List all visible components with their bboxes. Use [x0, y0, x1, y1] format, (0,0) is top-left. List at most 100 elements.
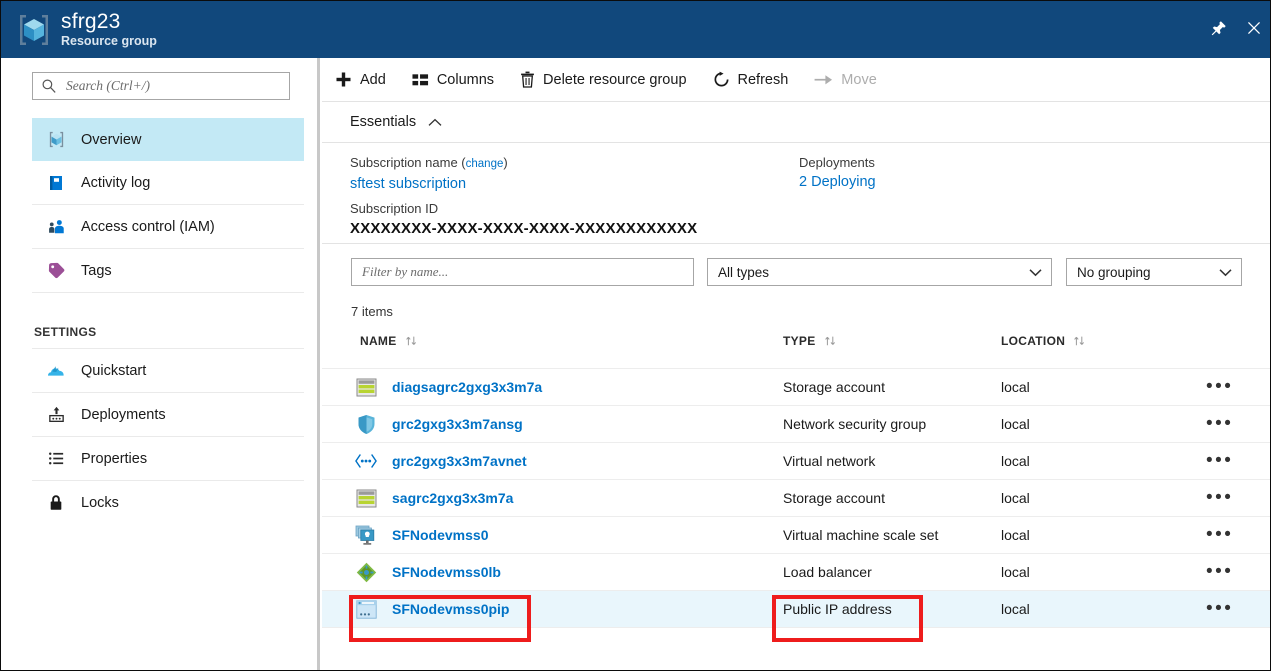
type-filter-value: All types — [718, 264, 770, 280]
essentials-header[interactable]: Essentials — [322, 102, 1270, 143]
filter-row: Filter by name... All types No grouping — [322, 244, 1270, 298]
arrow-right-icon — [814, 73, 833, 87]
toolbar-button-label: Delete resource group — [543, 71, 687, 88]
sort-updown-icon — [1073, 335, 1086, 347]
row-location: local — [1001, 453, 1030, 469]
row-location: local — [1001, 564, 1030, 580]
sidebar-nav-list: Overview Activity log Access control (IA… — [32, 118, 304, 524]
sort-updown-icon — [824, 335, 837, 347]
deployments-upload-icon — [42, 405, 70, 424]
subscription-id-value: XXXXXXXX-XXXX-XXXX-XXXX-XXXXXXXXXXXX — [350, 220, 698, 237]
subscription-name-link[interactable]: sftest subscription — [350, 174, 697, 195]
add-button[interactable]: Add — [322, 58, 399, 102]
sidebar-item-label: Tags — [81, 262, 112, 279]
pin-icon[interactable] — [1203, 13, 1233, 43]
table-row[interactable]: grc2gxg3x3m7ansg Network security group … — [322, 405, 1270, 442]
tag-icon — [42, 261, 70, 280]
access-control-people-icon — [42, 218, 70, 236]
sidebar-section-settings: SETTINGS — [32, 293, 304, 349]
page-title: sfrg23 — [61, 10, 121, 33]
sidebar-item-access-control[interactable]: Access control (IAM) — [32, 205, 304, 249]
row-context-menu-button[interactable]: ••• — [1206, 562, 1233, 581]
search-placeholder: Search (Ctrl+/) — [66, 78, 150, 93]
sidebar-item-label: Properties — [81, 450, 148, 467]
refresh-button[interactable]: Refresh — [700, 58, 802, 102]
sidebar-item-activity-log[interactable]: Activity log — [32, 161, 304, 205]
public-ip-address-icon — [355, 598, 377, 620]
row-type: Virtual machine scale set — [783, 527, 939, 543]
row-name-link[interactable]: grc2gxg3x3m7avnet — [392, 453, 527, 469]
storage-account-icon — [355, 376, 377, 398]
plus-icon — [335, 71, 352, 88]
close-icon[interactable] — [1239, 13, 1269, 43]
sidebar-item-locks[interactable]: Locks — [32, 481, 304, 524]
activity-log-book-icon — [42, 174, 70, 192]
row-type: Public IP address — [783, 601, 892, 617]
columns-button[interactable]: Columns — [399, 58, 507, 102]
vm-scale-set-icon — [355, 524, 377, 546]
table-row[interactable]: SFNodevmss0pip Public IP address local •… — [322, 590, 1270, 627]
resource-group-cube-icon — [14, 11, 54, 49]
row-context-menu-button[interactable]: ••• — [1206, 451, 1233, 470]
row-name-link[interactable]: diagsagrc2gxg3x3m7a — [392, 379, 542, 395]
row-name-link[interactable]: SFNodevmss0 — [392, 527, 488, 543]
grouping-filter-dropdown[interactable]: No grouping — [1066, 258, 1242, 286]
row-name-link[interactable]: sagrc2gxg3x3m7a — [392, 490, 513, 506]
row-location: local — [1001, 527, 1030, 543]
row-type: Load balancer — [783, 564, 872, 580]
row-name-link[interactable]: grc2gxg3x3m7ansg — [392, 416, 523, 432]
sidebar-item-quickstart[interactable]: Quickstart — [32, 349, 304, 393]
column-header-type[interactable]: TYPE — [783, 334, 837, 348]
column-header-name[interactable]: NAME — [360, 334, 418, 348]
load-balancer-icon — [355, 561, 377, 583]
row-name-link[interactable]: SFNodevmss0lb — [392, 564, 501, 580]
table-row[interactable]: sagrc2gxg3x3m7a Storage account local ••… — [322, 479, 1270, 516]
cube-outline-icon — [42, 130, 70, 149]
sidebar-item-properties[interactable]: Properties — [32, 437, 304, 481]
move-button[interactable]: Move — [801, 58, 889, 102]
row-context-menu-button[interactable]: ••• — [1206, 414, 1233, 433]
toolbar-button-label: Add — [360, 71, 386, 88]
change-subscription-link[interactable]: change — [466, 158, 504, 170]
row-context-menu-button[interactable]: ••• — [1206, 525, 1233, 544]
row-context-menu-button[interactable]: ••• — [1206, 377, 1233, 396]
table-row[interactable]: SFNodevmss0 Virtual machine scale set lo… — [322, 516, 1270, 553]
essentials-column-right: Deployments 2 Deploying — [799, 153, 876, 193]
column-header-label: NAME — [360, 334, 397, 348]
filter-by-name-placeholder: Filter by name... — [362, 264, 449, 279]
search-input[interactable]: Search (Ctrl+/) — [32, 72, 290, 100]
toolbar-button-label: Columns — [436, 71, 495, 88]
virtual-network-icon — [355, 450, 377, 472]
sidebar: Search (Ctrl+/) Overview Activity log Ac… — [2, 58, 320, 670]
row-location: local — [1001, 490, 1030, 506]
storage-account-icon — [355, 487, 377, 509]
subscription-name-key: Subscription name — [350, 155, 458, 170]
network-security-group-shield-icon — [355, 413, 377, 435]
table-bottom-divider — [322, 627, 1270, 628]
change-link-wrapper: (change) — [461, 155, 508, 170]
table-header: NAME TYPE LOCATION — [322, 334, 1270, 364]
table-row[interactable]: grc2gxg3x3m7avnet Virtual network local … — [322, 442, 1270, 479]
deployments-label: Deployments — [799, 155, 875, 170]
row-context-menu-button[interactable]: ••• — [1206, 599, 1233, 618]
table-row[interactable]: SFNodevmss0lb Load balancer local ••• — [322, 553, 1270, 590]
deployments-link[interactable]: 2 Deploying — [799, 172, 876, 193]
type-filter-dropdown[interactable]: All types — [707, 258, 1052, 286]
row-context-menu-button[interactable]: ••• — [1206, 488, 1233, 507]
column-header-location[interactable]: LOCATION — [1001, 334, 1086, 348]
chevron-down-icon — [1029, 268, 1042, 277]
delete-resource-group-button[interactable]: Delete resource group — [507, 58, 699, 102]
lock-icon — [42, 493, 70, 512]
sidebar-item-deployments[interactable]: Deployments — [32, 393, 304, 437]
chevron-up-icon[interactable] — [428, 118, 442, 127]
azure-portal-resource-group-blade: sfrg23 Resource group Search (Ctrl+/) Ov… — [0, 0, 1271, 671]
table-row[interactable]: diagsagrc2gxg3x3m7a Storage account loca… — [322, 368, 1270, 405]
row-name-link[interactable]: SFNodevmss0pip — [392, 601, 509, 617]
content-area: Add Columns Delete resource group Refres… — [322, 58, 1270, 670]
trash-icon — [520, 71, 535, 88]
page-subtitle: Resource group — [61, 34, 157, 48]
sidebar-item-overview[interactable]: Overview — [32, 118, 304, 161]
sidebar-item-tags[interactable]: Tags — [32, 249, 304, 293]
filter-by-name-input[interactable]: Filter by name... — [351, 258, 694, 286]
sort-updown-icon — [405, 335, 418, 347]
